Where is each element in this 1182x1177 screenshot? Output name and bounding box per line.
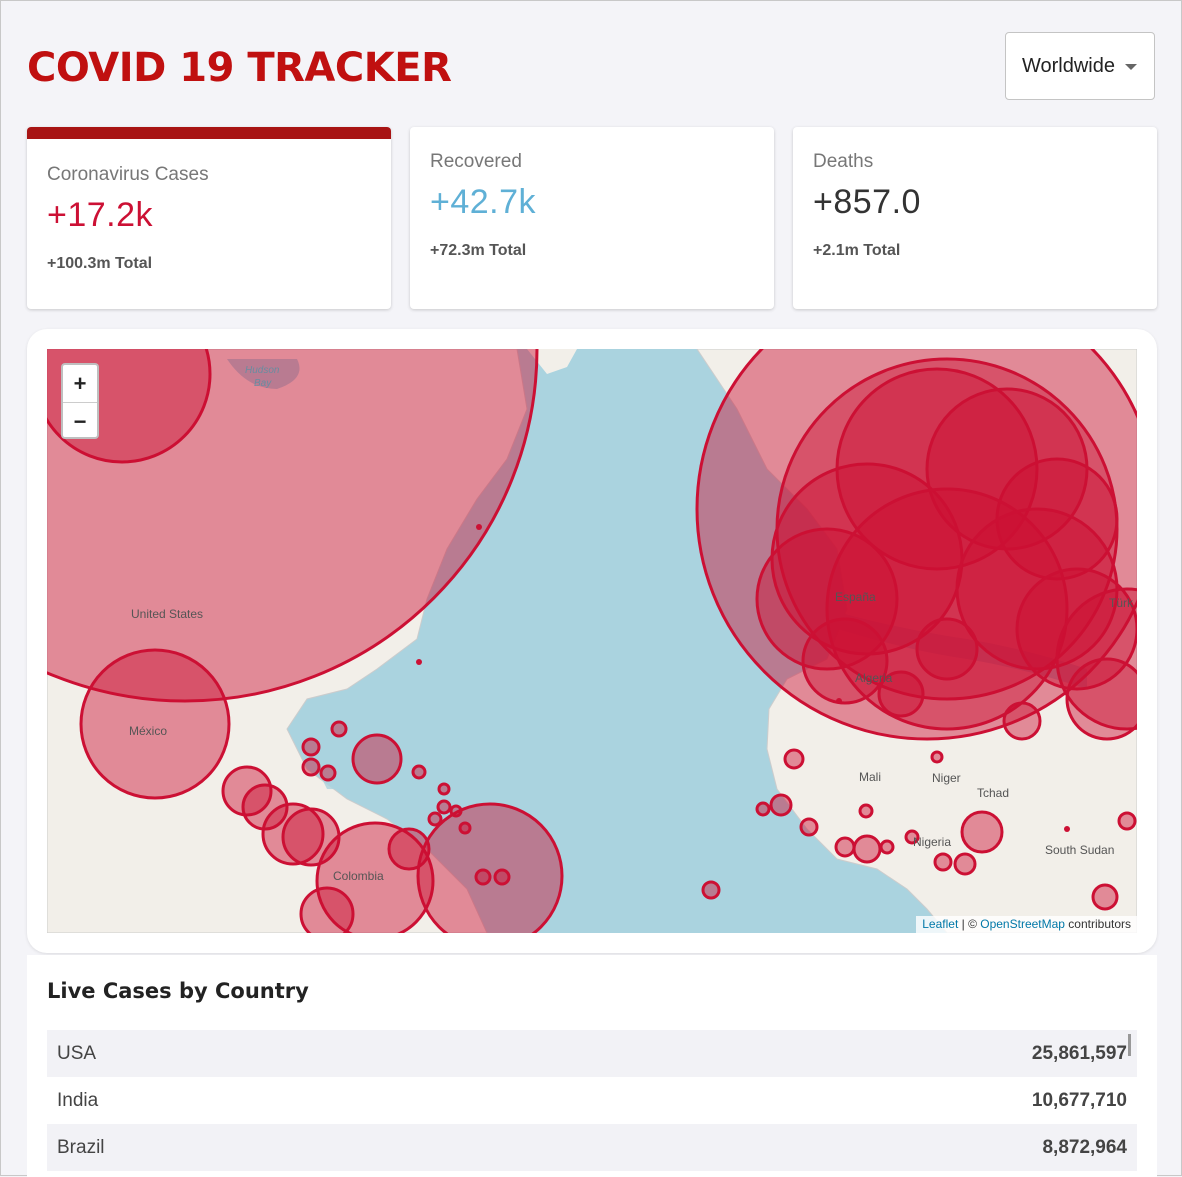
page-title: COVID 19 TRACKER	[27, 45, 452, 91]
label-espana: España	[835, 590, 876, 604]
case-circle[interactable]	[915, 617, 979, 681]
case-circle[interactable]	[427, 811, 443, 827]
cases-value: +17.2k	[47, 196, 154, 234]
country-cases: 10,677,710	[1031, 1089, 1127, 1111]
case-circle[interactable]	[879, 839, 895, 855]
country-table: USA 25,861,597 India 10,677,710 Brazil 8…	[47, 1030, 1137, 1171]
case-circle[interactable]	[834, 836, 856, 858]
case-dot[interactable]	[836, 698, 842, 704]
country-select[interactable]: Worldwide	[1005, 32, 1155, 100]
case-circle[interactable]	[933, 852, 953, 872]
country-cases: 8,872,964	[1042, 1136, 1127, 1158]
case-circle[interactable]	[1065, 657, 1137, 741]
osm-link[interactable]: OpenStreetMap	[980, 917, 1065, 931]
case-circle[interactable]	[436, 799, 452, 815]
case-circle[interactable]	[1002, 701, 1042, 741]
leaflet-link[interactable]: Leaflet	[922, 917, 958, 931]
map-canvas[interactable]: Hudson Bay United States México Colombia…	[47, 349, 1137, 933]
label-mali: Mali	[859, 770, 881, 784]
label-tchad: Tchad	[977, 786, 1009, 800]
cases-total: +100.3m Total	[47, 255, 153, 272]
map-panel: Hudson Bay United States México Colombia…	[27, 329, 1157, 953]
label-south-sudan: South Sudan	[1045, 843, 1114, 857]
label-hudson-bay-2: Bay	[254, 378, 272, 389]
recovered-total: +72.3m Total	[430, 242, 527, 259]
label-hudson-bay: Hudson	[245, 365, 280, 376]
case-circle[interactable]	[301, 737, 321, 757]
table-row[interactable]: Brazil 8,872,964	[47, 1124, 1137, 1171]
case-circle[interactable]	[319, 764, 337, 782]
app-header: COVID 19 TRACKER	[27, 45, 452, 91]
label-colombia: Colombia	[333, 869, 384, 883]
case-circle[interactable]	[858, 803, 874, 819]
case-dot[interactable]	[476, 524, 482, 530]
case-circle[interactable]	[1117, 811, 1137, 831]
recovered-label: Recovered	[430, 151, 522, 172]
attribution-suffix: contributors	[1064, 917, 1131, 931]
case-circle[interactable]	[769, 793, 793, 817]
case-circle[interactable]	[301, 757, 321, 777]
zoom-control: + −	[61, 363, 99, 439]
case-circle[interactable]	[474, 868, 492, 886]
caret-down-icon	[1125, 64, 1137, 70]
case-circle[interactable]	[701, 880, 721, 900]
table-scrollbar[interactable]	[1128, 1034, 1131, 1056]
case-circle[interactable]	[449, 804, 463, 818]
case-dot[interactable]	[1064, 826, 1070, 832]
case-circle[interactable]	[852, 834, 882, 864]
table-row[interactable]: USA 25,861,597	[47, 1030, 1137, 1077]
case-circle[interactable]	[755, 801, 771, 817]
case-circle[interactable]	[330, 720, 348, 738]
cases-card[interactable]: Coronavirus Cases +17.2k +100.3m Total	[27, 127, 391, 309]
country-name: Brazil	[57, 1136, 105, 1158]
case-circle[interactable]	[411, 764, 427, 780]
case-circle[interactable]	[351, 733, 403, 785]
case-circle[interactable]	[953, 852, 977, 876]
world-map[interactable]: Hudson Bay United States México Colombia…	[47, 349, 1137, 933]
attribution-separator: | ©	[958, 917, 981, 931]
recovered-value: +42.7k	[430, 183, 537, 221]
case-circle[interactable]	[801, 617, 889, 705]
label-niger: Niger	[932, 771, 961, 785]
case-dot[interactable]	[416, 659, 422, 665]
label-turk: Türk	[1109, 596, 1134, 610]
case-circle[interactable]	[458, 821, 472, 835]
case-circle[interactable]	[47, 349, 539, 703]
table-row[interactable]: India 10,677,710	[47, 1077, 1137, 1124]
label-united-states: United States	[131, 607, 203, 621]
deaths-total: +2.1m Total	[813, 242, 901, 259]
case-circle[interactable]	[960, 810, 1004, 854]
country-name: USA	[57, 1042, 97, 1064]
live-cases-panel: Live Cases by Country USA 25,861,597 Ind…	[27, 955, 1157, 1177]
case-circle[interactable]	[783, 748, 805, 770]
case-circle[interactable]	[299, 886, 355, 933]
cases-label: Coronavirus Cases	[47, 164, 209, 185]
label-nigeria: Nigeria	[913, 835, 951, 849]
deaths-card[interactable]: Deaths +857.0 +2.1m Total	[793, 127, 1157, 309]
case-circle[interactable]	[1091, 883, 1119, 911]
label-algeria: Algeria	[855, 671, 893, 685]
map-attribution: Leaflet | © OpenStreetMap contributors	[916, 916, 1137, 933]
country-select-value: Worldwide	[1022, 54, 1115, 77]
zoom-out-button[interactable]: −	[63, 403, 97, 440]
case-circle[interactable]	[493, 868, 511, 886]
case-circle[interactable]	[799, 817, 819, 837]
recovered-card[interactable]: Recovered +42.7k +72.3m Total	[410, 127, 774, 309]
case-circle[interactable]	[437, 782, 451, 796]
deaths-label: Deaths	[813, 151, 874, 172]
label-mexico: México	[129, 724, 167, 738]
case-circle[interactable]	[930, 750, 944, 764]
country-name: India	[57, 1089, 99, 1111]
table-title: Live Cases by Country	[47, 979, 309, 1003]
zoom-in-button[interactable]: +	[63, 365, 97, 403]
deaths-value: +857.0	[813, 183, 921, 221]
country-cases: 25,861,597	[1031, 1042, 1127, 1064]
